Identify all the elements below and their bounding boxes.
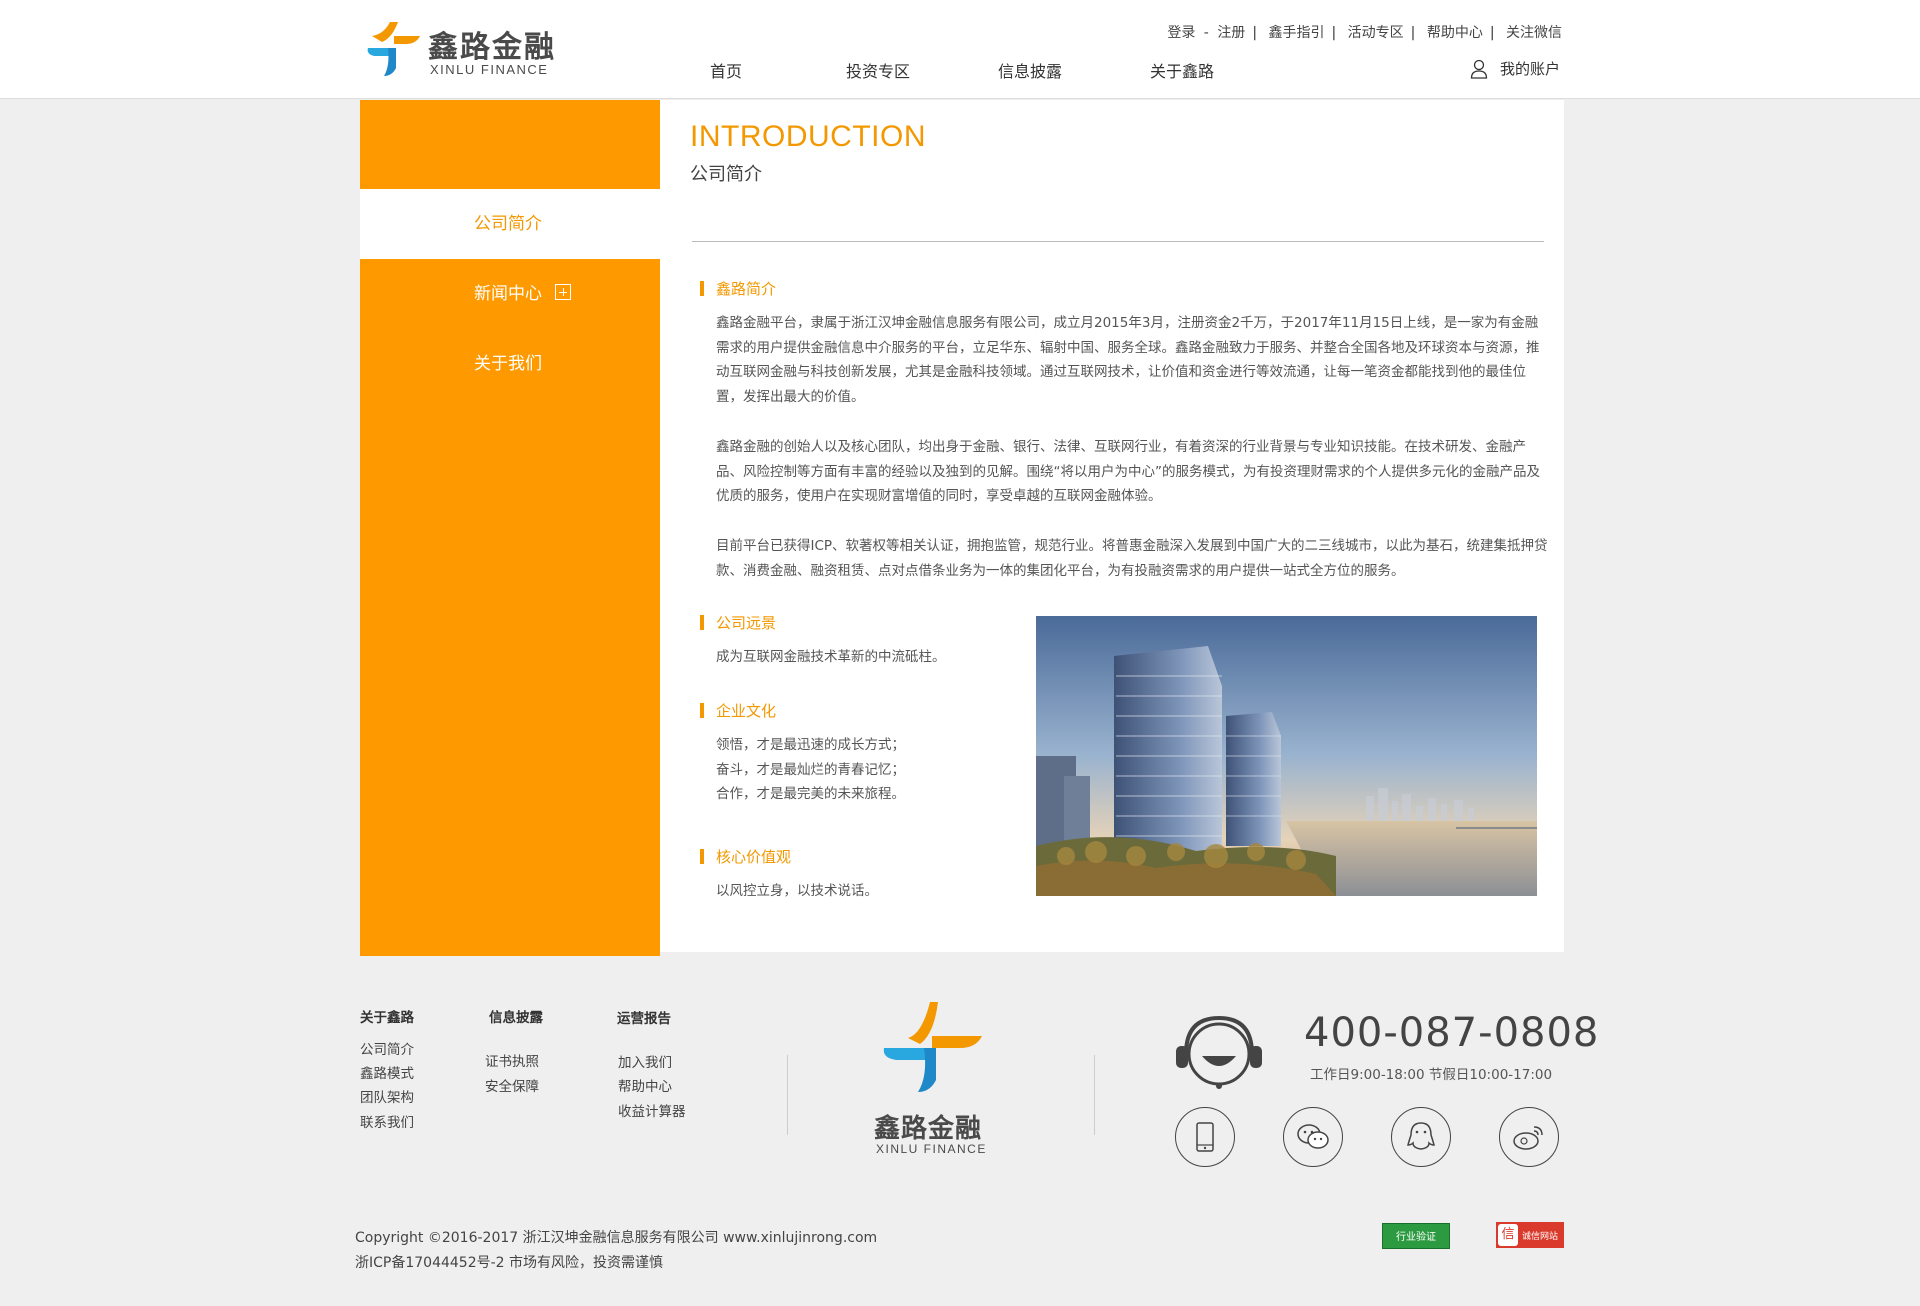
nav-home[interactable]: 首页 [710,58,742,82]
footer-link-security[interactable]: 安全保障 [485,1075,539,1095]
footer-link-join-us[interactable]: 加入我们 [618,1051,672,1071]
service-hours: 工作日9:00-18:00 节假日10:00-17:00 [1310,1067,1553,1083]
main-content: INTRODUCTION 公司简介 鑫路简介 鑫路金融平台，隶属于浙江汉坤金融信… [660,100,1564,952]
industry-verified-badge[interactable]: 行业验证 [1382,1223,1450,1249]
register-link[interactable]: 注册 [1217,25,1245,41]
activity-link[interactable]: 活动专区 [1348,25,1404,41]
office-building-photo [1036,616,1537,896]
weibo-icon[interactable] [1499,1107,1559,1167]
sidebar-item-news[interactable]: 新闻中心 [360,259,660,329]
user-icon [1470,59,1488,79]
footer-logo-cn: 鑫路金融 [874,1114,983,1144]
section-title-intro: 鑫路简介 [700,278,776,299]
brand-logo[interactable]: 鑫路金融 XINLU FINANCE [362,18,562,80]
page-title-cn: 公司简介 [690,164,762,185]
sidebar-item-about-us[interactable]: 关于我们 [360,329,660,399]
section-title-values: 核心价值观 [700,846,791,867]
intro-paragraph-1: 鑫路金融平台，隶属于浙江汉坤金融信息服务有限公司，成立月2015年3月，注册资金… [716,315,1540,405]
help-link[interactable]: 帮助中心 [1427,25,1483,41]
expand-plus-icon[interactable] [555,284,572,300]
nav-disclosure[interactable]: 信息披露 [998,58,1062,82]
footer-divider [787,1055,788,1135]
service-phone: 400-087-0808 [1304,1010,1600,1056]
site-header: 鑫路金融 XINLU FINANCE 登录 - 注册 | 鑫手指引 | 活动专区 | … [0,0,1920,99]
headset-icon [1176,1015,1262,1089]
top-links: 登录 - 注册 | 鑫手指引 | 活动专区 | 帮助中心 | 关注微信 [1167,25,1562,41]
section-title-culture: 企业文化 [700,700,776,721]
login-link[interactable]: 登录 [1167,25,1195,41]
sidebar-item-label: 关于我们 [474,354,542,374]
logo-text-en: XINLU FINANCE [430,62,549,77]
footer-logo: 鑫路金融 XINLU FINANCE [868,1000,998,1160]
mobile-icon[interactable] [1175,1107,1235,1167]
intro-paragraph-3: 目前平台已获得ICP、软著权等相关认证，拥抱监管，规范行业。将普惠金融深入发展到… [716,538,1548,579]
sidebar-item-company-intro[interactable]: 公司简介 [360,189,660,259]
divider [692,241,1544,242]
logo-icon [367,22,420,76]
values-text: 以风控立身，以技术说话。 [716,883,878,899]
guide-link[interactable]: 鑫手指引 [1268,25,1324,41]
section-title-vision: 公司远景 [700,612,776,633]
copyright: Copyright ©2016-2017 浙江汉坤金融信息服务有限公司 www.… [355,1226,877,1276]
vision-text: 成为互联网金融技术革新的中流砥柱。 [716,649,946,665]
credit-char-icon: 信 [1498,1224,1518,1246]
footer-link-company-intro[interactable]: 公司简介 [360,1038,414,1058]
footer-col-title-disclosure: 信息披露 [489,1010,543,1026]
culture-line-2: 奋斗，才是最灿烂的青春记忆； [716,762,905,778]
logo-text-cn: 鑫路金融 [428,30,556,65]
account-label: 我的账户 [1499,60,1560,78]
wechat-icon[interactable] [1283,1107,1343,1167]
badge-red-label: 诚信网站 [1522,1231,1559,1242]
footer-link-calculator[interactable]: 收益计算器 [618,1100,686,1120]
culture-line-1: 领悟，才是最迅速的成长方式； [716,737,905,753]
footer-logo-en: XINLU FINANCE [876,1142,987,1156]
culture-line-3: 合作，才是最完美的未来旅程。 [716,786,905,802]
qq-icon[interactable] [1391,1107,1451,1167]
footer-divider [1094,1055,1095,1135]
wechat-follow-link[interactable]: 关注微信 [1506,25,1562,41]
footer-col-title-about: 关于鑫路 [360,1010,414,1026]
sidebar-item-label: 公司简介 [474,214,542,234]
footer-link-team[interactable]: 团队架构 [360,1086,414,1106]
my-account-link[interactable]: 我的账户 [1470,58,1560,79]
intro-paragraph-2: 鑫路金融的创始人以及核心团队，均出身于金融、银行、法律、互联网行业，有着资深的行… [716,439,1540,504]
page-title-en: INTRODUCTION [690,120,926,153]
nav-about[interactable]: 关于鑫路 [1150,58,1214,82]
footer-link-model[interactable]: 鑫路模式 [360,1062,414,1082]
copyright-line-2: 浙ICP备17044452号-2 市场有风险，投资需谨慎 [355,1255,664,1271]
footer-link-contact[interactable]: 联系我们 [360,1111,414,1131]
sidebar: 公司简介 新闻中心 关于我们 [360,100,660,956]
badge-green-label: 行业验证 [1396,1232,1436,1243]
sidebar-item-label: 新闻中心 [474,284,542,304]
login-separator: - [1203,25,1209,41]
credit-website-badge[interactable]: 信 诚信网站 [1496,1222,1564,1248]
footer-link-help[interactable]: 帮助中心 [618,1075,672,1095]
footer-link-certificates[interactable]: 证书执照 [485,1050,539,1070]
footer-col-title-reports: 运营报告 [617,1011,671,1027]
nav-invest[interactable]: 投资专区 [846,58,910,82]
copyright-line-1: Copyright ©2016-2017 浙江汉坤金融信息服务有限公司 www.… [355,1230,878,1246]
footer-logo-icon [883,1002,982,1092]
